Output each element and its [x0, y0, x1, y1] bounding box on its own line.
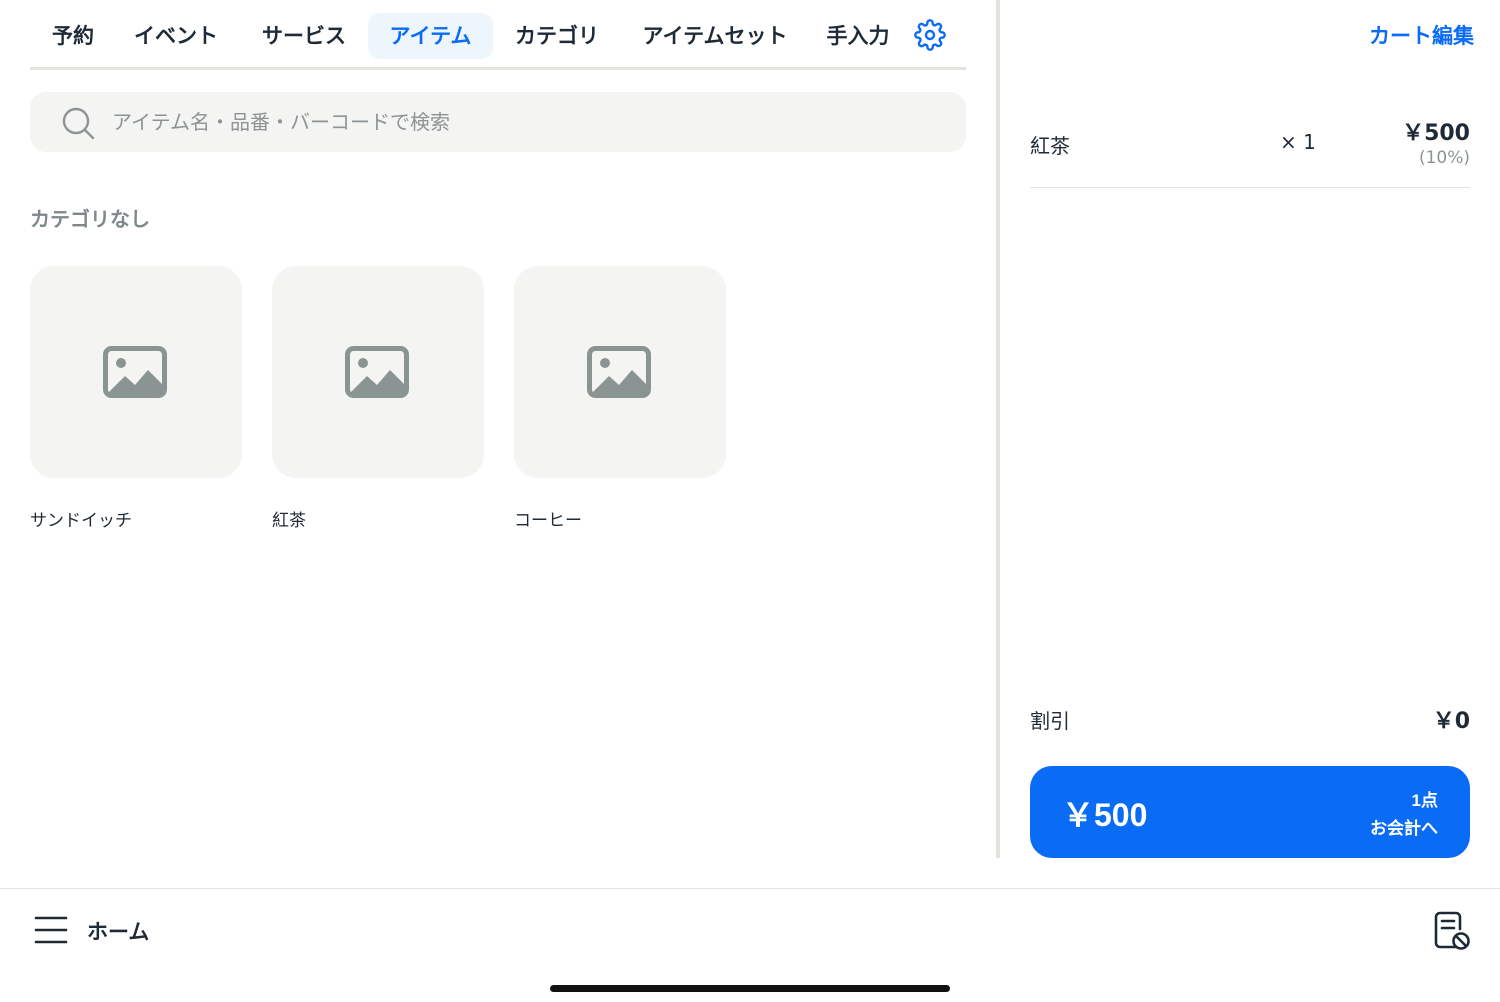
discount-value: ￥0: [1432, 709, 1470, 734]
home-indicator: [550, 985, 950, 992]
checkout-label: お会計へ: [1370, 819, 1438, 838]
search-bar: [30, 92, 966, 152]
item-name: コーヒー: [514, 511, 582, 531]
checkout-item-count: 1点: [1411, 791, 1438, 810]
discount-label: 割引: [1030, 709, 1070, 733]
tab-items[interactable]: アイテム: [368, 13, 493, 59]
tab-events[interactable]: イベント: [122, 13, 230, 59]
item-name: サンドイッチ: [30, 511, 132, 531]
image-placeholder-icon: [345, 346, 409, 398]
item-name: 紅茶: [272, 511, 306, 531]
cart-line-item[interactable]: 紅茶 × 1 ￥500 (10%): [1030, 110, 1470, 188]
bottom-bar: ホーム: [0, 888, 1500, 1002]
tab-manual-entry[interactable]: 手入力: [820, 13, 896, 59]
item-thumbnail: [30, 266, 242, 478]
cart-item-quantity: × 1: [1280, 130, 1316, 154]
tab-item-sets[interactable]: アイテムセット: [630, 13, 800, 59]
checkout-button[interactable]: ￥500 1点 お会計へ: [1030, 766, 1470, 858]
cart-pane: カート編集 紅茶 × 1 ￥500 (10%) 割引 ￥0 ￥500 1点 お会…: [1000, 0, 1500, 888]
item-catalog-pane: 予約 イベント サービス アイテム カテゴリ アイテムセット 手入力 カテゴリな…: [0, 0, 996, 888]
category-tabs: 予約 イベント サービス アイテム カテゴリ アイテムセット 手入力: [30, 10, 966, 70]
search-input[interactable]: [112, 92, 932, 152]
hamburger-menu-icon[interactable]: [34, 915, 68, 945]
gear-icon[interactable]: [914, 19, 946, 51]
image-placeholder-icon: [103, 346, 167, 398]
cart-edit-button[interactable]: カート編集: [1369, 20, 1474, 50]
cart-item-tax-rate: (10%): [1418, 148, 1470, 168]
item-card-black-tea[interactable]: 紅茶: [272, 266, 484, 531]
home-label[interactable]: ホーム: [87, 916, 149, 946]
cart-item-name: 紅茶: [1030, 134, 1070, 158]
checkout-total: ￥500: [1062, 797, 1148, 833]
cart-item-price: ￥500: [1402, 121, 1470, 146]
tab-reservations[interactable]: 予約: [38, 13, 108, 59]
item-card-coffee[interactable]: コーヒー: [514, 266, 726, 531]
receipt-disabled-icon[interactable]: [1433, 911, 1471, 951]
image-placeholder-icon: [587, 346, 651, 398]
search-icon: [62, 107, 95, 140]
item-thumbnail: [272, 266, 484, 478]
section-title: カテゴリなし: [30, 207, 150, 231]
item-thumbnail: [514, 266, 726, 478]
tab-categories[interactable]: カテゴリ: [502, 13, 612, 59]
item-card-sandwich[interactable]: サンドイッチ: [30, 266, 242, 531]
tab-services[interactable]: サービス: [248, 13, 360, 59]
